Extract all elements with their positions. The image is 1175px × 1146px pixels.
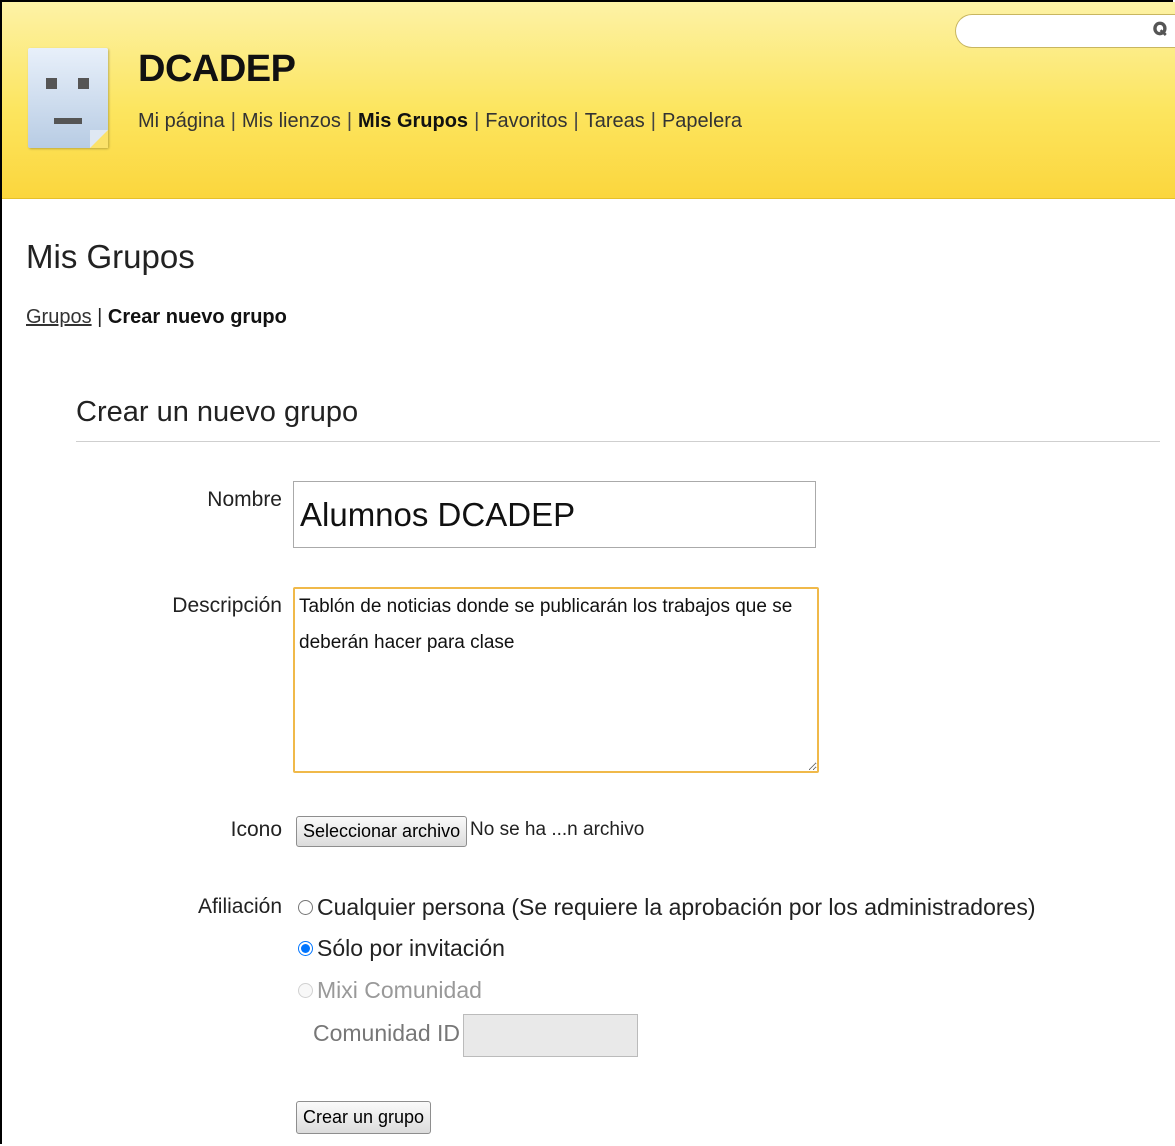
nav-item-papelera[interactable]: Papelera [662,110,742,132]
site-header: DCADEP Mi página | Mis lienzos | Mis Grupos |… [2,2,1175,199]
search-input[interactable] [970,15,1154,47]
radio-mixi-community-label: Mixi Comunidad [317,977,482,1003]
main-nav: Mi página | Mis lienzos | Mis Grupos | Favorit… [138,110,742,133]
avatar-eye-right [78,78,89,89]
breadcrumb-link-grupos[interactable]: Grupos [26,306,92,328]
nav-separator: | [230,110,236,132]
nav-item-mis-lienzos[interactable]: Mis lienzos [242,110,341,132]
community-id-label: Comunidad ID [313,1020,461,1046]
radio-anyone-label: Cualquier persona (Se requiere la aproba… [317,894,1036,920]
nav-item-favoritos[interactable]: Favoritos [485,110,567,132]
breadcrumb: Grupos | Crear nuevo grupo [26,306,287,329]
file-status-text: No se ha ...n archivo [470,819,645,840]
icon-label: Icono [230,818,282,841]
nav-item-mi-pagina[interactable]: Mi página [138,110,225,132]
nav-item-mis-grupos[interactable]: Mis Grupos [358,110,468,132]
avatar-mouth [54,118,82,124]
community-id-input [463,1014,638,1057]
name-input[interactable] [293,481,816,548]
description-textarea[interactable]: Tablón de noticias donde se publicarán l… [293,587,819,773]
breadcrumb-separator: | [97,306,103,328]
create-group-button[interactable]: Crear un grupo [296,1101,432,1134]
select-file-button[interactable]: Seleccionar archivo [296,816,468,847]
avatar-eye-left [46,78,57,89]
nav-separator: | [650,110,656,132]
affiliation-option-anyone[interactable]: Cualquier persona (Se requiere la aproba… [298,894,1036,921]
section-divider [76,441,1160,442]
nav-separator: | [474,110,480,132]
page-title: Mis Grupos [26,238,195,275]
affiliation-label: Afiliación [197,895,282,918]
search-box: 𝐐 [955,14,1175,48]
affiliation-option-invite[interactable]: Sólo por invitación [298,935,505,962]
radio-invite-only-label: Sólo por invitación [317,935,505,961]
search-icon[interactable]: 𝐐 [1153,19,1167,40]
affiliation-option-mixi: Mixi Comunidad [298,977,482,1004]
radio-mixi-community [298,983,313,998]
nav-separator: | [573,110,579,132]
description-label: Descripción [172,594,282,617]
breadcrumb-current: Crear nuevo grupo [107,306,287,328]
name-label: Nombre [207,488,282,511]
radio-anyone[interactable] [298,900,313,915]
section-title: Crear un nuevo grupo [76,396,359,428]
nav-item-tareas[interactable]: Tareas [585,110,645,132]
avatar-icon[interactable] [28,48,108,148]
nav-separator: | [346,110,353,132]
radio-invite-only[interactable] [298,941,313,956]
site-title[interactable]: DCADEP [138,48,296,91]
